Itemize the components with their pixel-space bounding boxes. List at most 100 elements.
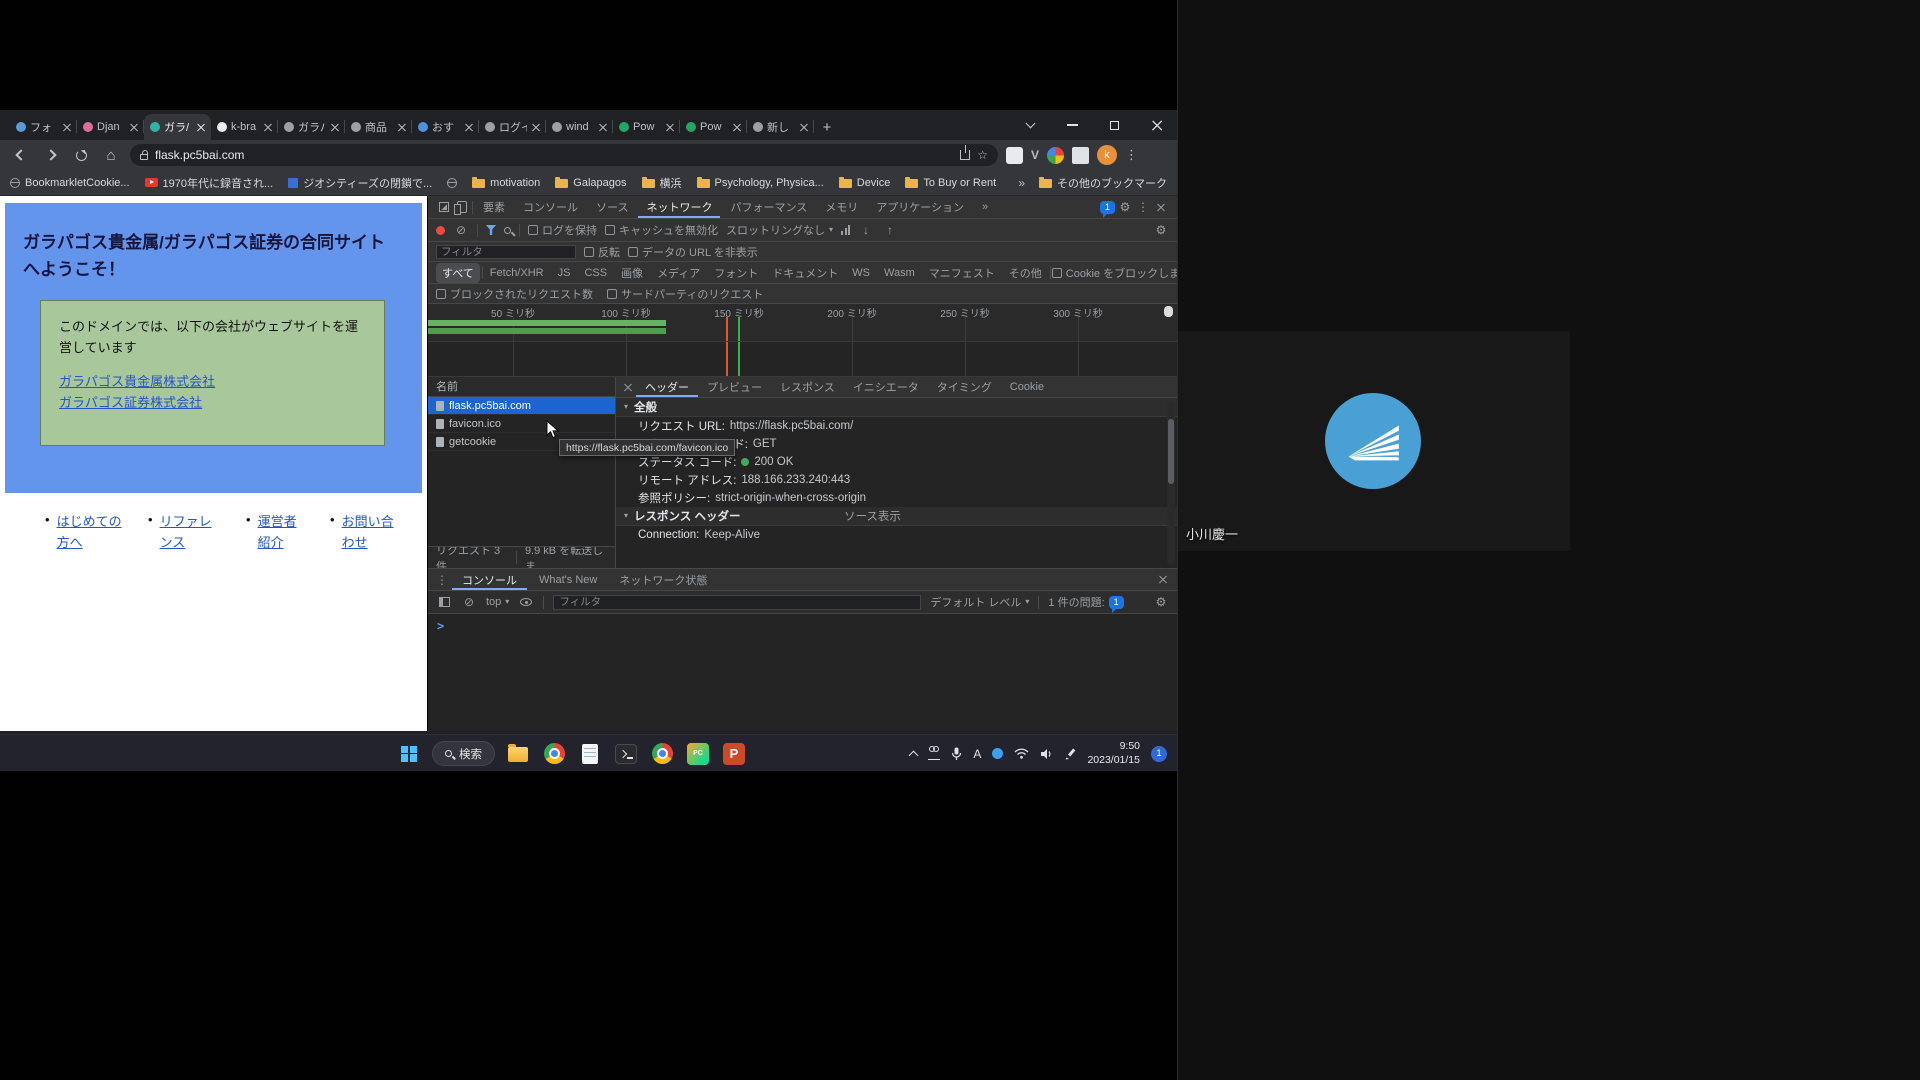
import-har-icon[interactable]: ↓ [858,222,874,238]
request-row[interactable]: favicon.ico [428,415,615,433]
context-dropdown[interactable]: top▾ [486,596,509,608]
type-filter-doc[interactable]: ドキュメント [766,263,844,283]
type-filter-wasm[interactable]: Wasm [878,265,921,281]
nav-link-otoiawase[interactable]: お問い合わせ [342,512,398,554]
company-link-kikinzoku[interactable]: ガラパゴス貴金属株式会社 [59,371,366,392]
address-bar[interactable]: flask.pc5bai.com ☆ [130,144,998,166]
ime-indicator[interactable]: A [973,747,981,761]
home-button[interactable]: ⌂ [100,144,122,166]
live-expression-eye-icon[interactable] [518,594,534,610]
devtools-settings-icon[interactable]: ⚙ [1117,199,1133,215]
bookmark-folder[interactable]: To Buy or Rent [905,177,996,189]
details-tab-headers[interactable]: ヘッダー [636,377,698,397]
type-filter-img[interactable]: 画像 [615,263,649,283]
extension-colorful-icon[interactable] [1047,147,1064,164]
extension-v-icon[interactable]: V [1031,148,1039,162]
network-timeline-overview[interactable]: 50 ミリ秒 100 ミリ秒 150 ミリ秒 200 ミリ秒 250 ミリ秒 3… [428,304,1177,342]
issues-counter[interactable]: 1 件の問題:1 [1048,594,1123,610]
general-section-header[interactable]: ▾全般 [616,398,1177,417]
network-conditions-icon[interactable] [841,225,850,235]
preserve-log-checkbox[interactable]: ログを保持 [528,222,597,238]
people-icon[interactable] [928,752,940,760]
response-headers-section[interactable]: ▾レスポンス ヘッダーソース表示 [616,507,1177,526]
invert-checkbox[interactable]: 反転 [584,244,620,260]
throttling-dropdown[interactable]: スロットリングなし▾ [726,222,833,238]
devtools-tab-elements[interactable]: 要素 [475,196,513,218]
details-scrollbar[interactable] [1167,401,1175,564]
bookmark-item[interactable] [447,178,457,188]
browser-tab-4[interactable]: ガラパ [278,114,345,140]
url-text[interactable]: flask.pc5bai.com [155,148,953,162]
console-sidebar-icon[interactable] [436,594,452,610]
view-source-link[interactable]: ソース表示 [844,508,901,524]
assistant-icon[interactable] [992,748,1003,759]
tab-close-icon[interactable] [464,123,473,132]
drawer-tab-whats-new[interactable]: What's New [529,569,607,590]
clear-console-icon[interactable]: ⊘ [461,594,477,610]
console-filter-input[interactable] [553,595,921,610]
type-filter-manifest[interactable]: マニフェスト [923,263,1001,283]
devtools-tabs-overflow-icon[interactable]: » [974,196,996,218]
devtools-menu-icon[interactable]: ⋮ [1135,199,1151,215]
window-minimize-button[interactable] [1051,110,1093,140]
devtools-tab-performance[interactable]: パフォーマンス [722,196,815,218]
browser-tab-7[interactable]: ログイ [479,114,546,140]
devtools-tab-console[interactable]: コンソール [515,196,586,218]
console-output[interactable]: > [428,614,1177,731]
type-filter-font[interactable]: フォント [708,263,764,283]
bookmark-item[interactable]: ジオシティーズの閉鎖で... [288,175,432,191]
devtools-tab-application[interactable]: アプリケーション [868,196,972,218]
bookmarks-overflow-icon[interactable]: » [1018,176,1025,190]
tab-close-icon[interactable] [129,123,138,132]
disable-cache-checkbox[interactable]: キャッシュを無効化 [605,222,718,238]
nav-link-reference[interactable]: リファレンス [160,512,215,554]
filter-funnel-icon[interactable] [486,225,496,235]
notepad-button[interactable] [577,739,603,769]
overview-scrollbar[interactable] [1164,306,1173,317]
network-filter-input[interactable] [436,245,576,259]
details-tab-timing[interactable]: タイミング [928,377,1001,397]
request-row-selected[interactable]: flask.pc5bai.com [428,397,615,415]
bookmark-item[interactable]: BookmarkletCookie... [10,177,130,189]
drawer-tab-console[interactable]: コンソール [452,569,527,590]
type-filter-media[interactable]: メディア [651,263,706,283]
other-bookmarks-folder[interactable]: その他のブックマーク [1039,175,1167,191]
log-level-dropdown[interactable]: デフォルト レベル▾ [930,594,1029,610]
tab-close-icon[interactable] [196,123,205,132]
network-settings-icon[interactable]: ⚙ [1153,222,1169,238]
back-button[interactable] [10,144,32,166]
file-explorer-button[interactable] [505,739,531,769]
taskbar-search[interactable]: 検索 [432,741,495,766]
side-panel-icon[interactable] [1072,147,1089,164]
details-tab-response[interactable]: レスポンス [771,377,844,397]
issues-badge[interactable]: 1 [1100,201,1115,214]
participant-video-tile[interactable]: 小川慶一 [1178,331,1570,551]
scrollbar-thumb[interactable] [1168,419,1174,484]
reload-button[interactable] [70,144,92,166]
tab-close-icon[interactable] [62,123,71,132]
notification-badge[interactable]: 1 [1151,746,1167,762]
blocked-requests-checkbox[interactable]: ブロックされたリクエスト数 [436,286,593,302]
tab-close-icon[interactable] [799,123,808,132]
details-tab-initiator[interactable]: イニシエータ [844,377,928,397]
chrome-button[interactable] [541,739,567,769]
third-party-checkbox[interactable]: サードパーティのリクエスト [607,286,763,302]
browser-tab-1[interactable]: Djan [77,114,144,140]
start-button[interactable] [396,739,422,769]
type-filter-ws[interactable]: WS [846,265,876,281]
device-toolbar-icon[interactable] [454,199,470,215]
extension-icon[interactable] [1006,147,1023,164]
search-icon[interactable] [504,227,511,234]
bookmark-folder[interactable]: Psychology, Physica... [697,177,824,189]
new-tab-button[interactable]: + [814,114,840,140]
tab-close-icon[interactable] [263,123,272,132]
company-link-shoken[interactable]: ガラパゴス証券株式会社 [59,392,366,413]
nav-link-hajimete[interactable]: はじめての方へ [57,512,125,554]
drawer-tab-network-conditions[interactable]: ネットワーク状態 [609,569,717,590]
pen-icon[interactable] [1064,748,1076,760]
share-icon[interactable] [960,150,970,160]
wifi-icon[interactable] [1014,748,1029,759]
hide-data-urls-checkbox[interactable]: データの URL を非表示 [628,244,758,260]
browser-tab-2-active[interactable]: ガラ/ [144,114,211,140]
microphone-icon[interactable] [951,747,962,761]
